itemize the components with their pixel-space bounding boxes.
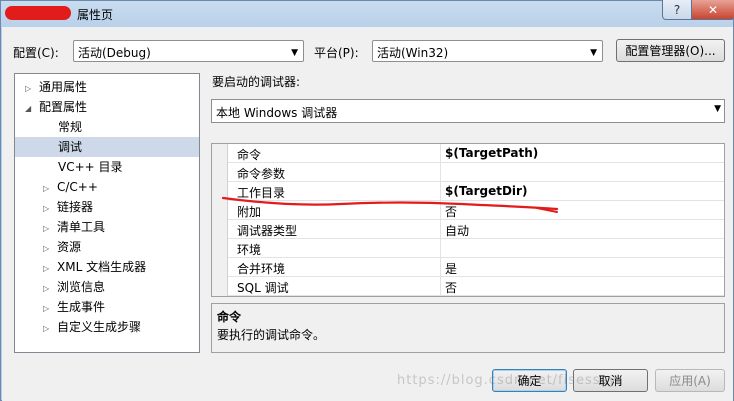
- description-panel: 命令 要执行的调试命令。: [211, 303, 725, 353]
- chevron-down-icon: ▼: [714, 104, 721, 114]
- window-title: 属性页: [77, 8, 114, 22]
- property-row[interactable]: 合并环境 是: [228, 258, 724, 277]
- tree-item-label: 浏览信息: [57, 280, 106, 294]
- property-row[interactable]: 命令参数: [228, 163, 724, 182]
- dialog-client: 配置(C): 活动(Debug) ▼ 平台(P): 活动(Win32) ▼ 配置…: [2, 27, 733, 401]
- tree-item-label: 生成事件: [57, 300, 106, 314]
- config-label: 配置(C):: [13, 46, 59, 60]
- tree-item[interactable]: VC++ 目录: [58, 157, 123, 177]
- config-select-value: 活动(Debug): [78, 46, 151, 60]
- collapsed-arrow-icon[interactable]: ▷: [43, 179, 57, 199]
- tree-item-label: 常规: [58, 120, 83, 134]
- platform-label: 平台(P):: [314, 46, 359, 60]
- platform-select-value: 活动(Win32): [377, 46, 449, 60]
- property-value[interactable]: 是: [440, 258, 724, 276]
- tree-item-label: VC++ 目录: [58, 160, 123, 174]
- help-button[interactable]: ?: [662, 0, 692, 20]
- debugger-label: 要启动的调试器:: [212, 75, 301, 89]
- property-name: 工作目录: [237, 186, 286, 200]
- property-row[interactable]: SQL 调试 否: [228, 277, 724, 296]
- watermark: https://blog.csdn.net/fisesssy: [397, 373, 618, 388]
- collapsed-arrow-icon[interactable]: ▷: [43, 299, 57, 319]
- tree-item-label: 资源: [57, 240, 82, 254]
- debugger-select-value: 本地 Windows 调试器: [216, 106, 338, 120]
- tree-item[interactable]: ▷ 自定义生成步骤: [43, 317, 141, 337]
- tree-item-label: C/C++: [57, 180, 98, 194]
- configuration-manager-button[interactable]: 配置管理器(O)...: [616, 39, 725, 62]
- property-value[interactable]: $(TargetPath): [440, 144, 724, 162]
- property-name: 命令: [237, 148, 262, 162]
- tree-item[interactable]: ▷ 链接器: [43, 197, 93, 217]
- tree-item-label: 调试: [58, 140, 83, 154]
- apply-button[interactable]: 应用(A): [655, 369, 725, 392]
- config-select[interactable]: 活动(Debug) ▼: [73, 40, 304, 62]
- property-name: 环境: [237, 243, 262, 257]
- property-value[interactable]: [440, 163, 724, 181]
- tree-item[interactable]: ▷ 资源: [43, 237, 81, 257]
- collapsed-arrow-icon[interactable]: ▷: [25, 79, 39, 99]
- grid-gutter: [212, 144, 228, 296]
- close-button[interactable]: ✕: [691, 0, 734, 20]
- property-row[interactable]: 环境: [228, 239, 724, 258]
- tree-item[interactable]: ▷ 清单工具: [43, 217, 105, 237]
- description-title: 命令: [217, 310, 242, 324]
- collapsed-arrow-icon[interactable]: ▷: [43, 219, 57, 239]
- property-tree[interactable]: ▷ 通用属性 ◢ 配置属性 常规 调试 VC++ 目录 ▷ C/C++ ▷ 链接器 ▷ 清单工具 ▷ 资源 ▷…: [14, 73, 200, 353]
- property-name: 合并环境: [237, 262, 286, 276]
- collapsed-arrow-icon[interactable]: ▷: [43, 279, 57, 299]
- collapsed-arrow-icon[interactable]: ▷: [43, 199, 57, 219]
- redacted-project-name: [5, 6, 71, 20]
- tree-item[interactable]: ▷ 生成事件: [43, 297, 105, 317]
- debugger-select[interactable]: 本地 Windows 调试器 ▼: [211, 99, 725, 123]
- collapsed-arrow-icon[interactable]: ▷: [43, 259, 57, 279]
- property-row[interactable]: 工作目录 $(TargetDir): [228, 182, 724, 201]
- property-value[interactable]: 自动: [440, 220, 724, 238]
- property-grid[interactable]: 命令 $(TargetPath) 命令参数 工作目录 $(TargetDir) 附加否调试…: [211, 143, 725, 297]
- tree-item[interactable]: ▷ 浏览信息: [43, 277, 105, 297]
- property-value[interactable]: $(TargetDir): [440, 182, 724, 200]
- collapsed-arrow-icon[interactable]: ▷: [43, 239, 57, 259]
- tree-item[interactable]: ◢ 配置属性: [25, 97, 87, 117]
- tree-item-label: 配置属性: [39, 100, 88, 114]
- tree-item[interactable]: ▷ C/C++: [43, 177, 98, 197]
- chevron-down-icon: ▼: [291, 48, 298, 58]
- tree-item-label: 链接器: [57, 200, 94, 214]
- property-name: 附加: [237, 205, 262, 219]
- tree-item[interactable]: 调试: [15, 137, 199, 157]
- tree-item[interactable]: ▷ 通用属性: [25, 77, 87, 97]
- property-name: SQL 调试: [237, 281, 289, 295]
- platform-select[interactable]: 活动(Win32) ▼: [372, 40, 603, 62]
- tree-item-label: 自定义生成步骤: [57, 320, 142, 334]
- tree-item-label: 清单工具: [57, 220, 106, 234]
- description-text: 要执行的调试命令。: [217, 328, 326, 342]
- property-pages-window: 属性页 ? ✕ 配置(C): 活动(Debug) ▼ 平台(P): 活动(Win…: [0, 0, 734, 401]
- property-row[interactable]: 附加 否: [228, 201, 724, 220]
- property-name: 调试器类型: [237, 224, 298, 238]
- tree-item[interactable]: ▷ XML 文档生成器: [43, 257, 146, 277]
- property-value[interactable]: 否: [440, 277, 724, 295]
- property-value[interactable]: 否: [440, 201, 724, 219]
- property-name: 命令参数: [237, 167, 286, 181]
- expanded-arrow-icon[interactable]: ◢: [25, 99, 39, 119]
- title-bar[interactable]: 属性页 ? ✕: [1, 0, 734, 27]
- tree-item-label: 通用属性: [39, 80, 88, 94]
- property-row[interactable]: 调试器类型 自动: [228, 220, 724, 239]
- tree-item[interactable]: 常规: [58, 117, 82, 137]
- property-row[interactable]: 命令 $(TargetPath): [228, 144, 724, 163]
- property-value[interactable]: [440, 239, 724, 257]
- tree-item-label: XML 文档生成器: [57, 260, 147, 274]
- chevron-down-icon: ▼: [590, 48, 597, 58]
- collapsed-arrow-icon[interactable]: ▷: [43, 319, 57, 339]
